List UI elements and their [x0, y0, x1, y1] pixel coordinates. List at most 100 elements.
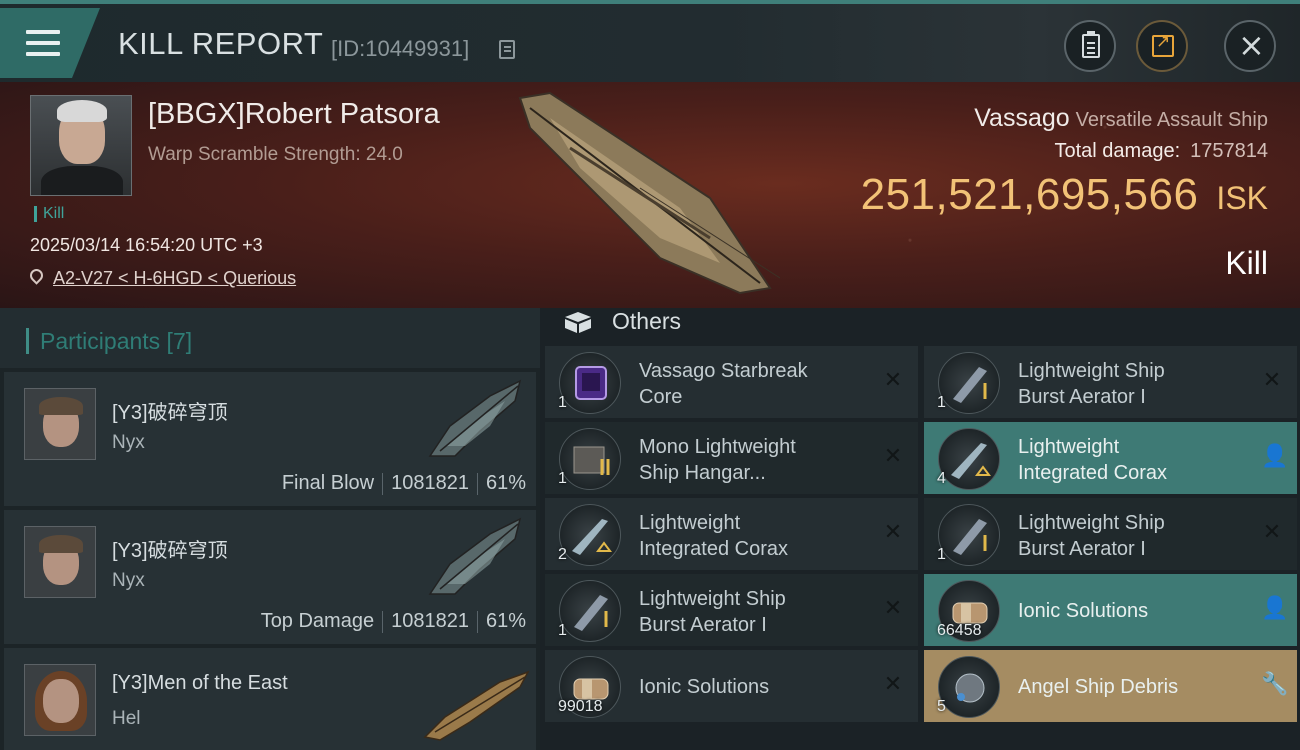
- destroyed-icon: ✕: [883, 520, 903, 545]
- item-name: Ionic Solutions: [1018, 600, 1149, 622]
- participant-avatar: [24, 664, 96, 736]
- wrench-icon: 🔧: [1261, 672, 1289, 697]
- item-vassago-starbreak-core[interactable]: 1 Vassago Starbreak Core ✕: [545, 346, 918, 418]
- item-quantity: 1: [937, 546, 946, 563]
- clipboard-icon: [1082, 31, 1100, 58]
- destroyed-icon: ✕: [883, 672, 903, 697]
- participant-stats: Top Damage 1081821 61%: [261, 610, 526, 633]
- participant-percent: 61%: [485, 610, 526, 632]
- ship-type-text: Versatile Assault Ship: [1075, 109, 1268, 131]
- item-integrated-corax-dropped[interactable]: 4 Lightweight Integrated Corax 👤: [924, 422, 1297, 494]
- victim-ship-image: [518, 91, 781, 295]
- participant-ship: Nyx: [112, 432, 145, 453]
- item-name: Lightweight Ship Burst Aerator I: [1018, 510, 1238, 562]
- victim-name[interactable]: [BBGX]Robert Patsora: [148, 98, 440, 131]
- destroyed-icon: ✕: [883, 444, 903, 469]
- item-name-line1: Lightweight Ship: [1018, 512, 1165, 534]
- kill-datetime: 2025/03/14 16:54:20 UTC +3: [30, 235, 263, 255]
- item-name-line2: Burst Aerator I: [1018, 538, 1146, 560]
- item-name-line2: Integrated Corax: [639, 538, 788, 560]
- item-mono-lightweight-ship-hangar[interactable]: 1 Mono Lightweight Ship Hangar... ✕: [545, 422, 918, 494]
- item-name-line1: Lightweight Ship: [639, 588, 786, 610]
- participant-card[interactable]: [Y3]Men of the East Hel: [4, 648, 536, 750]
- participants-title: Participants [7]: [40, 328, 193, 354]
- item-name-line1: Lightweight: [639, 512, 741, 534]
- participants-header: Participants [7]: [0, 308, 540, 368]
- item-name-line2: Core: [639, 386, 683, 408]
- kill-tag: Kill: [34, 206, 64, 222]
- close-icon: ×: [1238, 26, 1265, 64]
- isk-value: 251,521,695,566: [860, 170, 1199, 219]
- dropped-person-icon: 👤: [1261, 444, 1289, 469]
- result-label: Kill: [1225, 245, 1268, 281]
- item-ionic-solutions-dropped[interactable]: 66458 Ionic Solutions 👤: [924, 574, 1297, 646]
- item-angel-ship-debris[interactable]: 5 Angel Ship Debris 🔧: [924, 650, 1297, 722]
- item-name-line1: Vassago Starbreak: [639, 360, 808, 382]
- participant-role: Final Blow: [281, 472, 375, 494]
- dropped-person-icon: 👤: [1261, 596, 1289, 621]
- participants-panel: Participants [7] [Y3]破碎穹顶 Nyx Final Blow…: [0, 308, 540, 750]
- item-icon: [938, 656, 1000, 718]
- participant-name: [Y3]Men of the East: [112, 672, 288, 694]
- item-name: Mono Lightweight Ship Hangar...: [639, 434, 859, 486]
- item-quantity: 1: [558, 470, 567, 487]
- participant-ship-image: [428, 517, 522, 595]
- participant-percent: 61%: [485, 472, 526, 494]
- copy-icon[interactable]: [499, 40, 515, 59]
- participant-card[interactable]: [Y3]破碎穹顶 Nyx Top Damage 1081821 61%: [4, 510, 536, 644]
- item-name-line2: Integrated Corax: [1018, 462, 1167, 484]
- others-header: Others: [545, 308, 1300, 346]
- participant-ship-image: [428, 379, 522, 457]
- report-button[interactable]: [1064, 20, 1116, 72]
- item-name-line1: Mono Lightweight: [639, 436, 796, 458]
- item-quantity: 1: [558, 394, 567, 411]
- warp-scramble-strength: Warp Scramble Strength: 24.0: [148, 144, 403, 165]
- location-link[interactable]: A2-V27 < H-6HGD < Querious: [53, 268, 296, 289]
- destroyed-icon: ✕: [883, 596, 903, 621]
- item-icon: [559, 504, 621, 566]
- item-quantity: 1: [937, 394, 946, 411]
- isk-unit: ISK: [1216, 180, 1268, 216]
- participant-ship: Hel: [112, 708, 141, 729]
- participant-role: Top Damage: [260, 610, 375, 632]
- item-quantity: 5: [937, 698, 946, 715]
- item-burst-aerator[interactable]: 1 Lightweight Ship Burst Aerator I ✕: [924, 498, 1297, 570]
- item-icon: [938, 504, 1000, 566]
- item-icon: [938, 352, 1000, 414]
- cargo-box-icon: [565, 312, 591, 333]
- victim-avatar[interactable]: [30, 95, 132, 196]
- item-name: Lightweight Ship Burst Aerator I: [1018, 358, 1238, 410]
- item-name-line1: Lightweight: [1018, 436, 1120, 458]
- total-damage-label: Total damage:: [1054, 140, 1181, 162]
- item-name: Lightweight Integrated Corax: [1018, 434, 1238, 486]
- destroyed-icon: ✕: [1262, 368, 1282, 393]
- menu-button[interactable]: [0, 8, 100, 78]
- participant-avatar: [24, 526, 96, 598]
- participant-card[interactable]: [Y3]破碎穹顶 Nyx Final Blow 1081821 61%: [4, 372, 536, 506]
- item-quantity: 2: [558, 546, 567, 563]
- item-ionic-solutions[interactable]: 99018 Ionic Solutions ✕: [545, 650, 918, 722]
- item-name-line1: Lightweight Ship: [1018, 360, 1165, 382]
- ship-name-text: Vassago: [974, 104, 1070, 132]
- total-damage: Total damage: 1757814: [1054, 140, 1268, 163]
- menu-icon: [26, 30, 60, 56]
- participant-name: [Y3]破碎穹顶: [112, 540, 228, 562]
- item-icon: [938, 428, 1000, 490]
- destroyed-icon: ✕: [883, 368, 903, 393]
- destroyed-icon: ✕: [1262, 520, 1282, 545]
- item-burst-aerator[interactable]: 1 Lightweight Ship Burst Aerator I ✕: [924, 346, 1297, 418]
- item-burst-aerator[interactable]: 1 Lightweight Ship Burst Aerator I ✕: [545, 574, 918, 646]
- participant-damage: 1081821: [391, 472, 469, 494]
- item-name-line2: Burst Aerator I: [1018, 386, 1146, 408]
- item-integrated-corax[interactable]: 2 Lightweight Integrated Corax ✕: [545, 498, 918, 570]
- share-button[interactable]: [1136, 20, 1188, 72]
- item-name: Lightweight Integrated Corax: [639, 510, 859, 562]
- close-button[interactable]: ×: [1224, 20, 1276, 72]
- participant-avatar: [24, 388, 96, 460]
- victim-ship-name[interactable]: Vassago Versatile Assault Ship: [974, 104, 1268, 133]
- item-quantity: 4: [937, 470, 946, 487]
- total-damage-value: 1757814: [1190, 140, 1268, 162]
- item-name: Angel Ship Debris: [1018, 676, 1179, 698]
- item-quantity: 99018: [558, 698, 603, 715]
- item-icon: [559, 352, 621, 414]
